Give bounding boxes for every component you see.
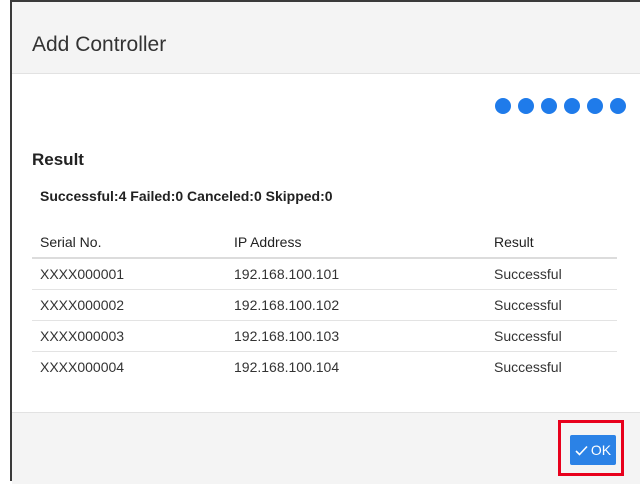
column-header-serial: Serial No. (32, 226, 226, 259)
column-header-result: Result (486, 226, 617, 259)
add-controller-dialog: Add Controller Result Successful:4 Faile… (10, 0, 640, 484)
ip-address-cell: 192.168.100.103 (226, 320, 486, 352)
table-header-row: Serial No. IP Address Result (32, 226, 617, 259)
step-dot (610, 98, 626, 114)
ip-address-cell: 192.168.100.101 (226, 258, 486, 290)
serial-cell: XXXX000004 (40, 359, 125, 375)
result-cell: Successful (494, 359, 562, 375)
result-summary: Successful:4 Failed:0 Canceled:0 Skipped… (40, 188, 333, 204)
results-table: Serial No. IP Address Result XXXX000001 … (32, 226, 617, 382)
dialog-title: Add Controller (32, 33, 167, 56)
result-cell: Successful (486, 289, 617, 321)
serial-cell: XXXX000002 (32, 289, 226, 321)
step-dot (541, 98, 557, 114)
serial-cell: XXXX000001 (32, 258, 226, 290)
serial-cell: XXXX000003 (32, 320, 226, 352)
dialog-header: Add Controller (12, 2, 640, 74)
ok-button-label: OK (590, 442, 612, 458)
table-row: XXXX000002 192.168.100.102 Successful (32, 289, 617, 321)
result-heading: Result (32, 150, 84, 169)
result-cell: Successful (486, 258, 617, 290)
column-header-ip-address: IP Address (226, 226, 486, 259)
ip-address-cell: 192.168.100.102 (226, 289, 486, 321)
table-row: XXXX000003 192.168.100.103 Successful (32, 320, 617, 352)
table-row: XXXX000001 192.168.100.101 Successful (32, 258, 617, 290)
result-cell: Successful (486, 320, 617, 352)
table-row: XXXX000004 192.168.100.104 Successful (32, 352, 617, 383)
step-dot (495, 98, 511, 114)
check-icon (575, 445, 588, 456)
ip-address-cell: 192.168.100.104 (234, 359, 340, 375)
step-dot (518, 98, 534, 114)
step-dot (587, 98, 603, 114)
dialog-footer: OK (12, 412, 640, 484)
ok-button[interactable]: OK (570, 435, 616, 465)
step-dot (564, 98, 580, 114)
ok-button-highlight: OK (558, 420, 624, 476)
